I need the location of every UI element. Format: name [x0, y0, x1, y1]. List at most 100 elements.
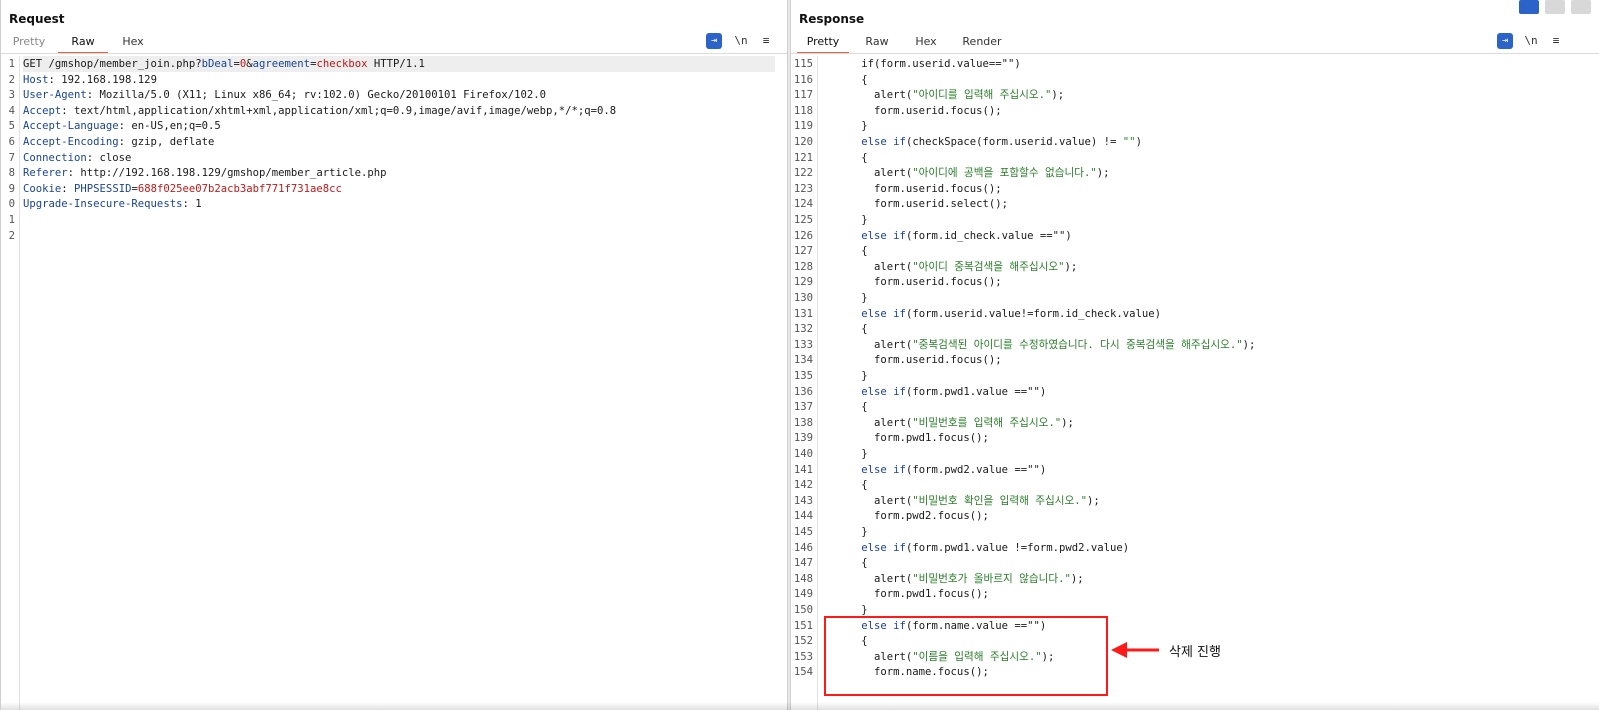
- code-line: 1 GET /gmshop/member_join.php?bDeal=0&agr…: [1, 56, 775, 72]
- layout-single-icon[interactable]: [1571, 0, 1591, 14]
- code-token: alert(: [823, 167, 913, 180]
- code-line: 147 {: [791, 555, 868, 571]
- hamburger-menu-icon[interactable]: ≡: [758, 33, 774, 49]
- code-token: Upgrade-Insecure-Requests: [23, 198, 183, 211]
- line-number: 136: [793, 385, 813, 398]
- code-line: 145 }: [791, 524, 868, 540]
- line-text: {: [823, 477, 867, 493]
- code-line: 134 form.userid.focus();: [791, 352, 1002, 368]
- line-number: 152: [793, 635, 813, 648]
- code-token: form.pwd2.focus();: [823, 510, 989, 523]
- code-line: 123 form.userid.focus();: [791, 181, 1002, 197]
- code-line: 139 form.pwd1.focus();: [791, 430, 989, 446]
- highlight-box: [824, 616, 1108, 696]
- line-text: Connection: close: [23, 150, 131, 166]
- line-text: form.userid.focus();: [823, 274, 1002, 290]
- line-number: 146: [793, 541, 813, 554]
- code-token: {: [823, 401, 868, 414]
- line-text: Accept: text/html,application/xhtml+xml,…: [23, 103, 616, 119]
- line-number: 123: [793, 182, 813, 195]
- line-number: 7: [8, 151, 15, 164]
- tab-hex[interactable]: Hex: [110, 34, 156, 52]
- code-line: 2 Host: 192.168.198.129: [1, 72, 157, 88]
- layout-buttons: [1487, 0, 1599, 16]
- code-token: );: [1064, 260, 1078, 273]
- code-line: 1: [1, 212, 23, 228]
- line-text: Accept-Language: en-US,en;q=0.5: [23, 118, 221, 134]
- code-line: 140 }: [791, 446, 868, 462]
- line-number: 138: [793, 416, 813, 429]
- tab-raw[interactable]: Raw: [58, 34, 108, 54]
- tab-hex[interactable]: Hex: [903, 34, 949, 52]
- code-token: Accept-Language: [23, 120, 119, 133]
- arrow-left-icon: [1111, 642, 1159, 658]
- line-text: Host: 192.168.198.129: [23, 72, 157, 88]
- code-token: form.userid.focus();: [823, 104, 1002, 117]
- code-token: (form.pwd2.value ==""): [905, 463, 1047, 476]
- code-token: );: [1061, 416, 1074, 429]
- line-number: 6: [8, 136, 15, 148]
- code-token: (form.pwd1.value !=form.pwd2.value): [905, 541, 1130, 554]
- line-number: 137: [793, 401, 813, 414]
- line-text: alert("비밀번호를 입력해 주십시오.");: [823, 415, 1074, 431]
- code-line: 2: [1, 228, 23, 244]
- code-token: "비밀번호 확인을 입력해 주십시오.": [912, 494, 1088, 507]
- wrap-lines-icon[interactable]: ⇥: [706, 33, 722, 49]
- code-token: : gzip, deflate: [118, 136, 215, 148]
- code-token: Cookie: [23, 182, 62, 195]
- newline-toggle-icon[interactable]: \n: [733, 33, 749, 49]
- tab-render[interactable]: Render: [947, 34, 1017, 52]
- layout-horizontal-icon[interactable]: [1545, 0, 1565, 14]
- code-token: if(form.userid.value==""): [823, 58, 1021, 70]
- line-number: 149: [793, 588, 813, 601]
- code-line: 130 }: [791, 290, 868, 306]
- code-token: "": [1122, 136, 1136, 148]
- line-text: else if(form.pwd1.value ==""): [823, 384, 1046, 400]
- code-line: 124 form.userid.select();: [791, 196, 1008, 212]
- code-token: else if: [861, 136, 906, 148]
- line-number: 147: [793, 557, 813, 570]
- tab-pretty[interactable]: Pretty: [5, 34, 53, 52]
- code-token: : 192.168.198.129: [48, 73, 157, 86]
- line-text: Accept-Encoding: gzip, deflate: [23, 134, 214, 150]
- code-token: else if: [861, 385, 906, 398]
- line-number: 121: [793, 151, 813, 164]
- response-title: Response: [799, 12, 865, 26]
- line-text: Upgrade-Insecure-Requests: 1: [23, 196, 202, 212]
- code-token: {: [823, 151, 868, 164]
- request-title: Request: [9, 12, 65, 26]
- line-text: Referer: http://192.168.198.129/gmshop/m…: [23, 165, 387, 181]
- line-number: 140: [793, 448, 813, 460]
- line-number: 144: [793, 510, 813, 523]
- code-line: 117 alert("아이디를 입력해 주십시오.");: [791, 87, 1064, 103]
- wrap-lines-icon[interactable]: ⇥: [1497, 33, 1513, 49]
- newline-toggle-icon[interactable]: \n: [1523, 33, 1539, 49]
- line-number: 2: [8, 73, 15, 86]
- tab-pretty[interactable]: Pretty: [797, 34, 849, 54]
- line-text: Cookie: PHPSESSID=688f025ee07b2acb3abf77…: [23, 181, 342, 197]
- code-token: PHPSESSID: [74, 182, 132, 195]
- code-line: 137 {: [791, 399, 868, 415]
- code-token: }: [823, 604, 868, 616]
- layout-split-icon[interactable]: [1519, 0, 1539, 14]
- line-text: {: [823, 243, 868, 259]
- hamburger-menu-icon[interactable]: ≡: [1548, 33, 1564, 49]
- line-text: if(form.userid.value==""): [823, 56, 1021, 72]
- code-token: : http://192.168.198.129/gmshop/member_a…: [67, 167, 387, 180]
- code-token: form.userid.focus();: [823, 354, 1002, 367]
- line-number: 134: [793, 354, 813, 367]
- line-number: 115: [793, 58, 813, 70]
- line-text: }: [823, 368, 867, 384]
- line-number: 122: [793, 167, 813, 180]
- code-line: 142 {: [791, 477, 868, 493]
- code-token: {: [823, 245, 868, 258]
- line-number: 119: [793, 120, 813, 133]
- code-line: 127 {: [791, 243, 868, 259]
- code-token: (form.pwd1.value ==""): [905, 385, 1047, 398]
- line-number: 135: [793, 370, 813, 382]
- tab-raw[interactable]: Raw: [855, 34, 899, 52]
- code-line: 115 if(form.userid.value==""): [791, 56, 1021, 72]
- code-line: 149 form.pwd1.focus();: [791, 586, 989, 602]
